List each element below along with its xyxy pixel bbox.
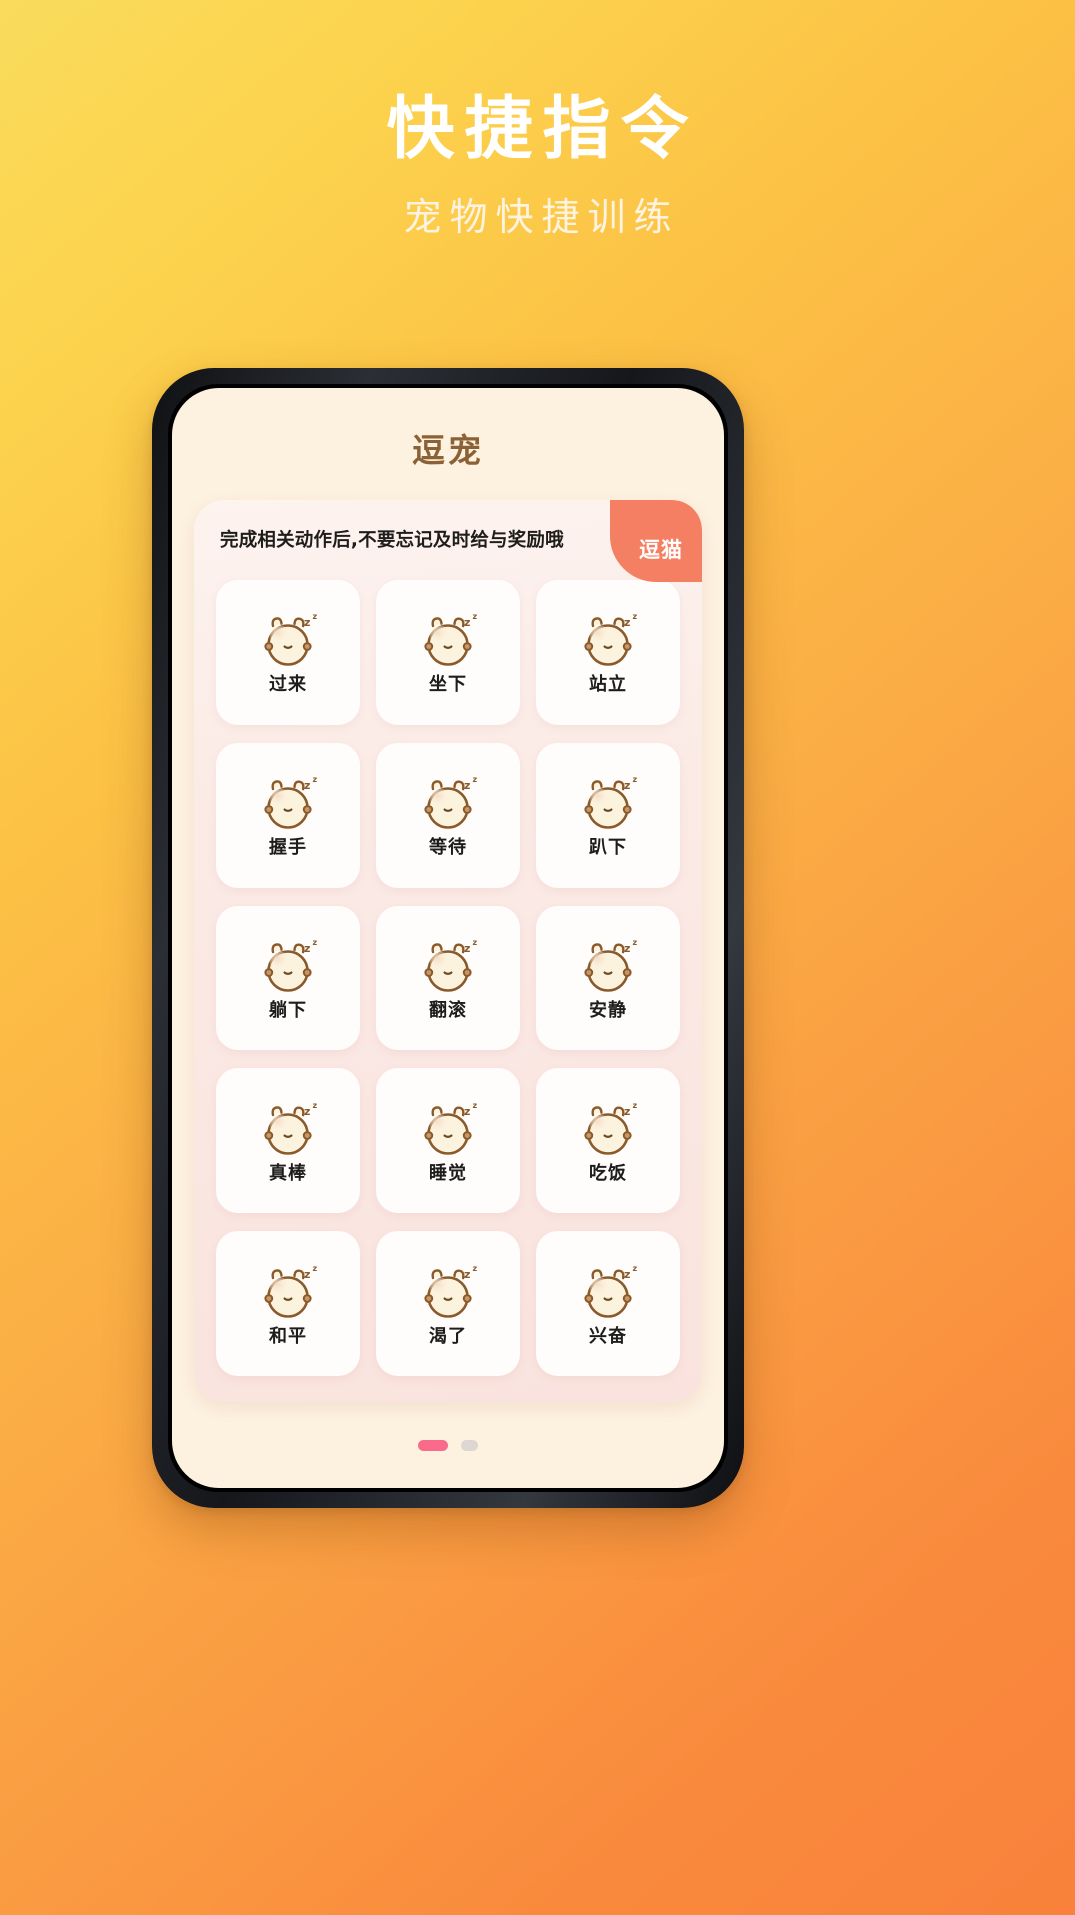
command-card-label: 握手	[269, 837, 307, 859]
svg-text:z: z	[633, 1264, 638, 1273]
phone-screen: 逗宠 完成相关动作后,不要忘记及时给与奖励哦 逗猫 z z 过来 z z 坐下 …	[172, 388, 724, 1488]
page-dot[interactable]	[418, 1439, 448, 1451]
command-card-label: 等待	[429, 837, 467, 859]
sleeping-pet-face-icon: z z	[413, 773, 483, 835]
sleeping-pet-face-icon: z z	[253, 773, 323, 835]
svg-text:z: z	[633, 938, 638, 947]
command-card-label: 躺下	[269, 999, 307, 1021]
svg-text:z: z	[624, 1268, 630, 1281]
sleeping-pet-face-icon: z z	[573, 610, 643, 672]
command-card-label: 安静	[589, 999, 627, 1021]
command-card[interactable]: z z 站立	[536, 580, 680, 725]
command-card[interactable]: z z 坐下	[376, 580, 520, 725]
svg-text:z: z	[313, 1101, 318, 1110]
svg-text:z: z	[624, 616, 630, 629]
command-card[interactable]: z z 握手	[216, 742, 360, 888]
svg-text:z: z	[473, 775, 478, 784]
command-card-label: 兴奋	[589, 1325, 627, 1347]
sleeping-pet-face-icon: z z	[413, 1262, 483, 1324]
command-card[interactable]: z z 睡觉	[376, 1068, 520, 1214]
sleeping-pet-face-icon: z z	[253, 936, 323, 998]
promo-title: 快捷指令	[386, 90, 699, 169]
svg-text:z: z	[304, 942, 310, 955]
command-card-label: 渴了	[429, 1325, 467, 1347]
svg-text:z: z	[473, 1101, 478, 1110]
command-card[interactable]: z z 等待	[376, 742, 520, 888]
svg-text:z: z	[313, 612, 318, 621]
svg-text:z: z	[464, 779, 470, 792]
svg-text:z: z	[313, 1264, 318, 1273]
command-card[interactable]: z z 和平	[216, 1231, 360, 1376]
command-card[interactable]: z z 渴了	[376, 1231, 520, 1376]
sleeping-pet-face-icon: z z	[573, 773, 643, 835]
svg-text:z: z	[304, 779, 310, 792]
tip-row: 完成相关动作后,不要忘记及时给与奖励哦 逗猫	[194, 500, 702, 582]
promo-subtitle: 宠物快捷训练	[403, 195, 680, 239]
command-card[interactable]: z z 安静	[536, 905, 680, 1051]
svg-text:z: z	[464, 616, 470, 629]
command-card[interactable]: z z 过来	[216, 580, 360, 725]
svg-text:z: z	[464, 942, 470, 955]
tip-text: 完成相关动作后,不要忘记及时给与奖励哦	[220, 530, 564, 551]
page-indicator	[172, 1402, 724, 1488]
svg-text:z: z	[624, 779, 630, 792]
app-bar: 逗宠	[172, 388, 724, 484]
command-card[interactable]: z z 趴下	[536, 742, 680, 888]
svg-text:z: z	[313, 938, 318, 947]
phone-bezel: 逗宠 完成相关动作后,不要忘记及时给与奖励哦 逗猫 z z 过来 z z 坐下 …	[168, 384, 728, 1492]
svg-text:z: z	[473, 938, 478, 947]
sleeping-pet-face-icon: z z	[413, 1099, 483, 1161]
svg-text:z: z	[473, 1264, 478, 1273]
svg-text:z: z	[624, 942, 630, 955]
command-card-label: 翻滚	[429, 999, 467, 1021]
sleeping-pet-face-icon: z z	[253, 610, 323, 672]
command-card-label: 吃饭	[589, 1162, 627, 1184]
command-card[interactable]: z z 真棒	[216, 1068, 360, 1214]
svg-text:z: z	[624, 1105, 630, 1118]
sleeping-pet-face-icon: z z	[573, 1262, 643, 1324]
command-card[interactable]: z z 兴奋	[536, 1231, 680, 1376]
command-card-label: 和平	[269, 1325, 307, 1347]
svg-text:z: z	[473, 612, 478, 621]
command-card-label: 睡觉	[429, 1162, 467, 1184]
tease-cat-badge-label: 逗猫	[639, 538, 683, 562]
command-card[interactable]: z z 吃饭	[536, 1068, 680, 1214]
command-card-label: 真棒	[269, 1162, 307, 1184]
command-card-label: 站立	[589, 674, 627, 696]
svg-text:z: z	[633, 775, 638, 784]
svg-text:z: z	[464, 1268, 470, 1281]
command-card-label: 坐下	[429, 674, 467, 696]
command-card[interactable]: z z 翻滚	[376, 905, 520, 1051]
svg-text:z: z	[633, 612, 638, 621]
sleeping-pet-face-icon: z z	[573, 1099, 643, 1161]
command-card-label: 过来	[269, 674, 307, 696]
command-card[interactable]: z z 躺下	[216, 905, 360, 1051]
tease-cat-badge[interactable]: 逗猫	[610, 500, 702, 582]
page-dot[interactable]	[461, 1439, 478, 1451]
sleeping-pet-face-icon: z z	[573, 936, 643, 998]
phone-mockup: 逗宠 完成相关动作后,不要忘记及时给与奖励哦 逗猫 z z 过来 z z 坐下 …	[152, 368, 744, 1508]
svg-text:z: z	[304, 1105, 310, 1118]
command-card-label: 趴下	[589, 837, 627, 859]
panel-wrapper: 完成相关动作后,不要忘记及时给与奖励哦 逗猫 z z 过来 z z 坐下 z z…	[172, 484, 724, 1402]
commands-panel: 完成相关动作后,不要忘记及时给与奖励哦 逗猫 z z 过来 z z 坐下 z z…	[194, 500, 702, 1402]
svg-text:z: z	[304, 1268, 310, 1281]
commands-grid: z z 过来 z z 坐下 z z 站立 z z 握手 z z 等待 z z 趴…	[194, 578, 702, 1402]
svg-text:z: z	[313, 775, 318, 784]
svg-text:z: z	[304, 616, 310, 629]
svg-text:z: z	[633, 1101, 638, 1110]
sleeping-pet-face-icon: z z	[413, 610, 483, 672]
app-title: 逗宠	[412, 431, 484, 470]
sleeping-pet-face-icon: z z	[253, 1262, 323, 1324]
sleeping-pet-face-icon: z z	[253, 1099, 323, 1161]
promo-header: 快捷指令 宠物快捷训练	[0, 0, 1075, 239]
svg-text:z: z	[464, 1105, 470, 1118]
sleeping-pet-face-icon: z z	[413, 936, 483, 998]
